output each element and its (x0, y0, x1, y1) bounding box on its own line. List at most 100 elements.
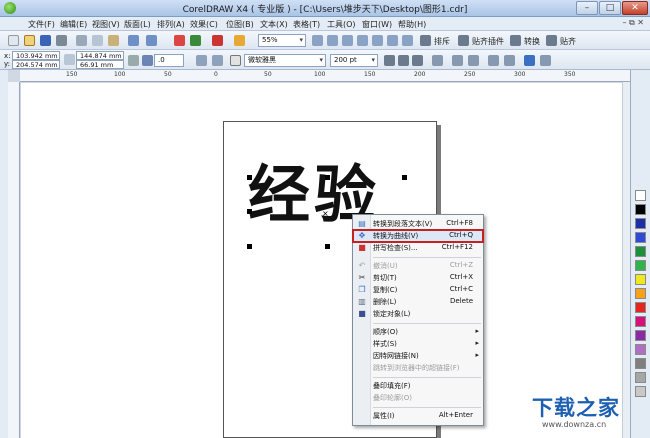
zoom-level-select[interactable]: 55% (258, 34, 306, 47)
color-swatch[interactable] (635, 190, 646, 201)
paste-icon[interactable] (108, 35, 119, 46)
vertical-scrollbar[interactable] (622, 82, 630, 438)
menu-item-properties[interactable]: 属性(I) Alt+Enter (353, 410, 483, 422)
maximize-button[interactable]: □ (599, 1, 621, 15)
export-icon[interactable] (190, 35, 201, 46)
zoom-out-icon[interactable] (327, 35, 338, 46)
menu-item-convert-to-paragraph-text[interactable]: ▤ 转换到段落文本(V) Ctrl+F8 (353, 218, 483, 230)
menu-bitmaps[interactable]: 位图(B) (226, 19, 254, 30)
menu-view[interactable]: 视图(V) (92, 19, 120, 30)
convert-label[interactable]: 转换 (524, 36, 540, 47)
menu-item-overprint-fill[interactable]: 叠印填充(F) (353, 380, 483, 392)
menu-item-cut[interactable]: ✂ 剪切(T) Ctrl+X (353, 272, 483, 284)
color-swatch[interactable] (635, 274, 646, 285)
menu-table[interactable]: 表格(T) (293, 19, 320, 30)
menu-item-lock-object[interactable]: ■ 锁定对象(L) (353, 308, 483, 320)
selection-handle[interactable] (402, 175, 407, 180)
vertical-text-icon[interactable] (540, 55, 551, 66)
zoom-in-icon[interactable] (312, 35, 323, 46)
convert-icon[interactable] (510, 35, 521, 46)
menu-edit[interactable]: 编辑(E) (60, 19, 87, 30)
bold-icon[interactable] (384, 55, 395, 66)
menu-item-delete[interactable]: ▥ 删除(L) Delete (353, 296, 483, 308)
undo-icon[interactable] (128, 35, 139, 46)
application-launcher-icon[interactable] (212, 35, 223, 46)
menu-item-copy[interactable]: ❐ 复制(C) Ctrl+C (353, 284, 483, 296)
doc-window-controls[interactable]: – ⧉ ✕ (622, 18, 644, 28)
rotation-field[interactable]: .0 (154, 54, 184, 67)
print-icon[interactable] (56, 35, 67, 46)
selection-handle[interactable] (325, 175, 330, 180)
color-swatch[interactable] (635, 302, 646, 313)
snap-plugin-icon[interactable] (458, 35, 469, 46)
menu-tools[interactable]: 工具(O) (327, 19, 356, 30)
new-document-icon[interactable] (8, 35, 19, 46)
selection-handle[interactable] (247, 175, 252, 180)
snap-plugin-label[interactable]: 贴齐插件 (472, 36, 504, 47)
x-position-field[interactable]: 103.942 mm (12, 51, 60, 60)
font-family-select[interactable]: 微软雅黑 (244, 54, 326, 67)
align-label[interactable]: 贴齐 (560, 36, 576, 47)
color-swatch[interactable] (635, 330, 646, 341)
menu-item-spell-check[interactable]: ■ 拼写检查(S)... Ctrl+F12 (353, 242, 483, 254)
italic-icon[interactable] (398, 55, 409, 66)
menu-item-internet-link[interactable]: 因特网链接(N) ▸ (353, 350, 483, 362)
minimize-button[interactable]: – (576, 1, 598, 15)
redo-icon[interactable] (146, 35, 157, 46)
selection-handle[interactable] (247, 209, 252, 214)
color-swatch[interactable] (635, 316, 646, 327)
y-position-field[interactable]: 204.574 mm (12, 60, 60, 69)
selection-handle[interactable] (325, 244, 330, 249)
font-size-select[interactable]: 200 pt (330, 54, 378, 67)
menu-file[interactable]: 文件(F) (28, 19, 55, 30)
format-text-icon[interactable] (488, 55, 499, 66)
menu-item-jump-to-hyperlink[interactable]: 跳转到浏览器中的超链接(F) (353, 362, 483, 374)
menu-item-convert-to-curves[interactable]: ✥ 转换为曲线(V) Ctrl+Q (352, 229, 484, 243)
selection-handle[interactable] (247, 244, 252, 249)
color-swatch[interactable] (635, 246, 646, 257)
menu-arrange[interactable]: 排列(A) (157, 19, 185, 30)
close-button[interactable]: ✕ (622, 1, 648, 15)
zoom-height-icon[interactable] (402, 35, 413, 46)
menu-effects[interactable]: 效果(C) (190, 19, 218, 30)
color-swatch[interactable] (635, 344, 646, 355)
edit-text-icon[interactable] (504, 55, 515, 66)
color-swatch[interactable] (635, 372, 646, 383)
height-field[interactable]: 66.91 mm (76, 60, 124, 69)
color-swatch[interactable] (635, 260, 646, 271)
underline-icon[interactable] (412, 55, 423, 66)
zoom-page-icon[interactable] (372, 35, 383, 46)
color-swatch[interactable] (635, 218, 646, 229)
menu-item-undo[interactable]: ↶ 撤消(U) Ctrl+Z (353, 260, 483, 272)
open-folder-icon[interactable] (24, 35, 35, 46)
lock-ratio-icon[interactable] (128, 55, 139, 66)
zoom-all-icon[interactable] (357, 35, 368, 46)
color-swatch[interactable] (635, 232, 646, 243)
menu-layout[interactable]: 版面(L) (124, 19, 151, 30)
save-icon[interactable] (40, 35, 51, 46)
arrange-icon[interactable] (420, 35, 431, 46)
menu-window[interactable]: 窗口(W) (362, 19, 392, 30)
import-icon[interactable] (174, 35, 185, 46)
bullet-icon[interactable] (452, 55, 463, 66)
color-swatch[interactable] (635, 204, 646, 215)
arrange-label[interactable]: 排斥 (434, 36, 450, 47)
align-text-icon[interactable] (432, 55, 443, 66)
menu-text[interactable]: 文本(X) (260, 19, 288, 30)
drop-cap-icon[interactable] (468, 55, 479, 66)
copy-icon[interactable] (92, 35, 103, 46)
width-field[interactable]: 144.874 mm (76, 51, 124, 60)
horizontal-text-icon[interactable] (524, 55, 535, 66)
menu-item-order[interactable]: 顺序(O) ▸ (353, 326, 483, 338)
mirror-vertical-icon[interactable] (212, 55, 223, 66)
zoom-width-icon[interactable] (387, 35, 398, 46)
menu-item-overprint-outline[interactable]: 叠印轮廓(O) (353, 392, 483, 404)
zoom-selected-icon[interactable] (342, 35, 353, 46)
color-swatch[interactable] (635, 358, 646, 369)
align-icon[interactable] (546, 35, 557, 46)
color-swatch[interactable] (635, 288, 646, 299)
menu-item-styles[interactable]: 样式(S) ▸ (353, 338, 483, 350)
welcome-screen-icon[interactable] (234, 35, 245, 46)
mirror-horizontal-icon[interactable] (196, 55, 207, 66)
menu-help[interactable]: 帮助(H) (398, 19, 426, 30)
